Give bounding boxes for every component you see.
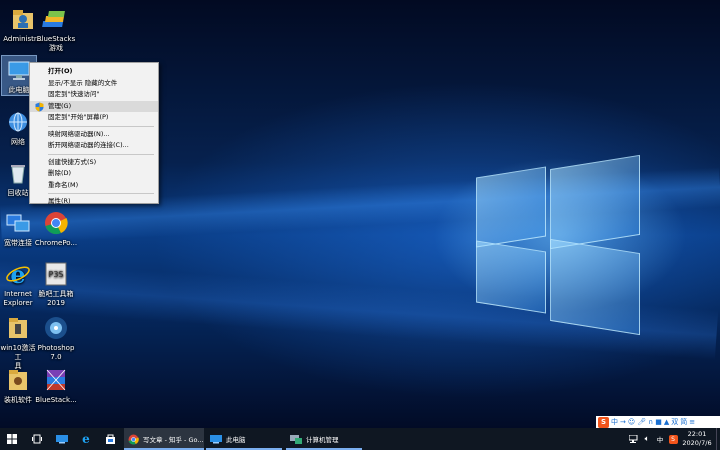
- icon-label: 宽带连接: [4, 239, 32, 247]
- taskbar: e 写文章 - 知乎 - Go... 此电脑 计算机管理 🔈︎ 中 S 22:0…: [0, 428, 720, 450]
- desktop-icon-broadband[interactable]: 宽带连接: [0, 209, 36, 248]
- chrome-icon: [42, 209, 70, 237]
- photoshop-icon: [42, 314, 70, 342]
- svg-text:e: e: [10, 260, 25, 288]
- desktop-icon-ie[interactable]: e Internet Explorer: [0, 260, 36, 308]
- taskbar-task-chrome[interactable]: 写文章 - 知乎 - Go...: [124, 428, 204, 450]
- desktop-icon-chrome[interactable]: ChromePo...: [33, 209, 79, 248]
- recycle-bin-icon: [4, 159, 32, 187]
- network-icon: [4, 108, 32, 136]
- menu-item-rename[interactable]: 重命名(M): [30, 180, 158, 192]
- software-folder-icon: [4, 366, 32, 394]
- network-tray-icon: [629, 434, 638, 443]
- clock-date: 2020/7/6: [682, 439, 712, 447]
- bluestacks-multi-icon: [42, 366, 70, 394]
- desktop-icon-photoshop[interactable]: Photoshop 7.0: [33, 314, 79, 362]
- tray-input-language[interactable]: 中: [654, 428, 666, 450]
- start-button[interactable]: [0, 428, 24, 450]
- desktop-icon-software[interactable]: 装机软件: [0, 366, 36, 405]
- windows-logo: [470, 150, 650, 340]
- monitor-icon: [56, 435, 68, 444]
- menu-separator: [48, 153, 154, 155]
- task-label: 写文章 - 知乎 - Go...: [143, 436, 204, 444]
- taskbar-pin-store[interactable]: [100, 428, 120, 450]
- desktop-icon-toolbox[interactable]: P3S 脆吧工具箱 2019: [33, 260, 79, 308]
- emoji-icon[interactable]: ☺: [628, 418, 635, 426]
- menu-item-pin-quick-access[interactable]: 固定到"快速访问": [30, 89, 158, 101]
- clock-time: 22:01: [687, 430, 707, 438]
- menu-item-open[interactable]: 打开(O): [30, 66, 158, 78]
- headset-icon[interactable]: ∩: [648, 418, 653, 426]
- icon-label: ChromePo...: [34, 239, 78, 247]
- task-view-icon: [32, 434, 42, 444]
- menu-item-toggle-hidden[interactable]: 显示/不显示 隐藏的文件: [30, 78, 158, 90]
- taskbar-task-computer-management[interactable]: 计算机管理: [286, 428, 362, 450]
- toolbox-icon: P3S: [42, 260, 70, 288]
- task-view-button[interactable]: [26, 428, 48, 450]
- sogou-logo-icon: S: [598, 416, 609, 428]
- ie-icon: e: [4, 260, 32, 289]
- icon-label: 装机软件: [4, 396, 32, 404]
- ime-toolbar[interactable]: S 中 → ☺ 🎤︎ ∩ ■ ▲ 双 简 ≡: [596, 416, 720, 428]
- this-pc-icon: [210, 435, 222, 444]
- icon-label: 回收站: [7, 189, 29, 197]
- bluestacks-icon: [42, 5, 70, 33]
- icon-label: BlueStack...: [35, 396, 77, 404]
- ime-double-pinyin[interactable]: 双: [671, 417, 678, 427]
- task-label: 计算机管理: [306, 436, 339, 444]
- ie-icon: e: [82, 432, 90, 446]
- activator-folder-icon: [4, 314, 32, 342]
- menu-item-pin-start[interactable]: 固定到"开始"屏幕(P): [30, 112, 158, 124]
- tray-sogou-icon[interactable]: S: [667, 428, 679, 450]
- svg-text:P3S: P3S: [49, 270, 64, 279]
- taskbar-task-this-pc[interactable]: 此电脑: [206, 428, 282, 450]
- icon-label: 脆吧工具箱 2019: [38, 290, 74, 307]
- desktop-icon-bluestacks-multi[interactable]: BlueStack...: [33, 366, 79, 405]
- tray-clock[interactable]: 22:01 2020/7/6: [681, 428, 713, 450]
- context-menu: 打开(O) 显示/不显示 隐藏的文件 固定到"快速访问" 管理(G) 固定到"开…: [29, 62, 159, 205]
- show-desktop-button[interactable]: [716, 428, 720, 450]
- icon-label: Photoshop 7.0: [37, 344, 75, 361]
- menu-item-disconnect-drive[interactable]: 断开网络驱动器的连接(C)...: [30, 140, 158, 152]
- menu-item-create-shortcut[interactable]: 创建快捷方式(S): [30, 157, 158, 169]
- tray-network-icon[interactable]: [628, 428, 640, 450]
- menu-separator: [48, 193, 154, 194]
- store-icon: [105, 434, 115, 444]
- menu-item-label: 管理(G): [48, 101, 72, 110]
- tray-volume-icon[interactable]: 🔈︎: [641, 428, 653, 450]
- punctuation-icon[interactable]: →: [620, 418, 626, 426]
- icon-label: Internet Explorer: [3, 290, 33, 307]
- shirt-icon[interactable]: ▲: [664, 418, 669, 426]
- icon-label: 此电脑: [8, 86, 30, 94]
- desktop-icon-bluestacks[interactable]: BlueStacks 游戏: [33, 5, 79, 53]
- menu-separator: [48, 125, 154, 127]
- menu-item-properties[interactable]: 属性(R): [30, 196, 158, 208]
- ime-lang-toggle[interactable]: 中: [611, 417, 618, 427]
- chrome-icon: [128, 434, 139, 445]
- ime-simplified[interactable]: 简: [680, 417, 687, 427]
- task-label: 此电脑: [226, 436, 246, 444]
- computer-management-icon: [290, 435, 302, 444]
- sogou-tray-icon: S: [668, 434, 678, 444]
- icon-label: BlueStacks 游戏: [36, 35, 76, 52]
- menu-item-manage[interactable]: 管理(G): [30, 100, 158, 112]
- taskbar-pin-ie[interactable]: e: [76, 428, 96, 450]
- broadband-icon: [4, 209, 32, 237]
- windows-start-icon: [7, 434, 17, 444]
- taskbar-pin-explorer[interactable]: [52, 428, 72, 450]
- ime-menu-icon[interactable]: ≡: [689, 418, 695, 426]
- icon-label: 网络: [11, 138, 25, 146]
- menu-item-delete[interactable]: 删除(D): [30, 168, 158, 180]
- skin-icon[interactable]: ■: [655, 418, 662, 426]
- desktop-icon-activator[interactable]: win10激活工 具: [0, 314, 36, 371]
- menu-item-map-drive[interactable]: 映射网络驱动器(N)...: [30, 129, 158, 141]
- mic-icon[interactable]: 🎤︎: [637, 418, 646, 426]
